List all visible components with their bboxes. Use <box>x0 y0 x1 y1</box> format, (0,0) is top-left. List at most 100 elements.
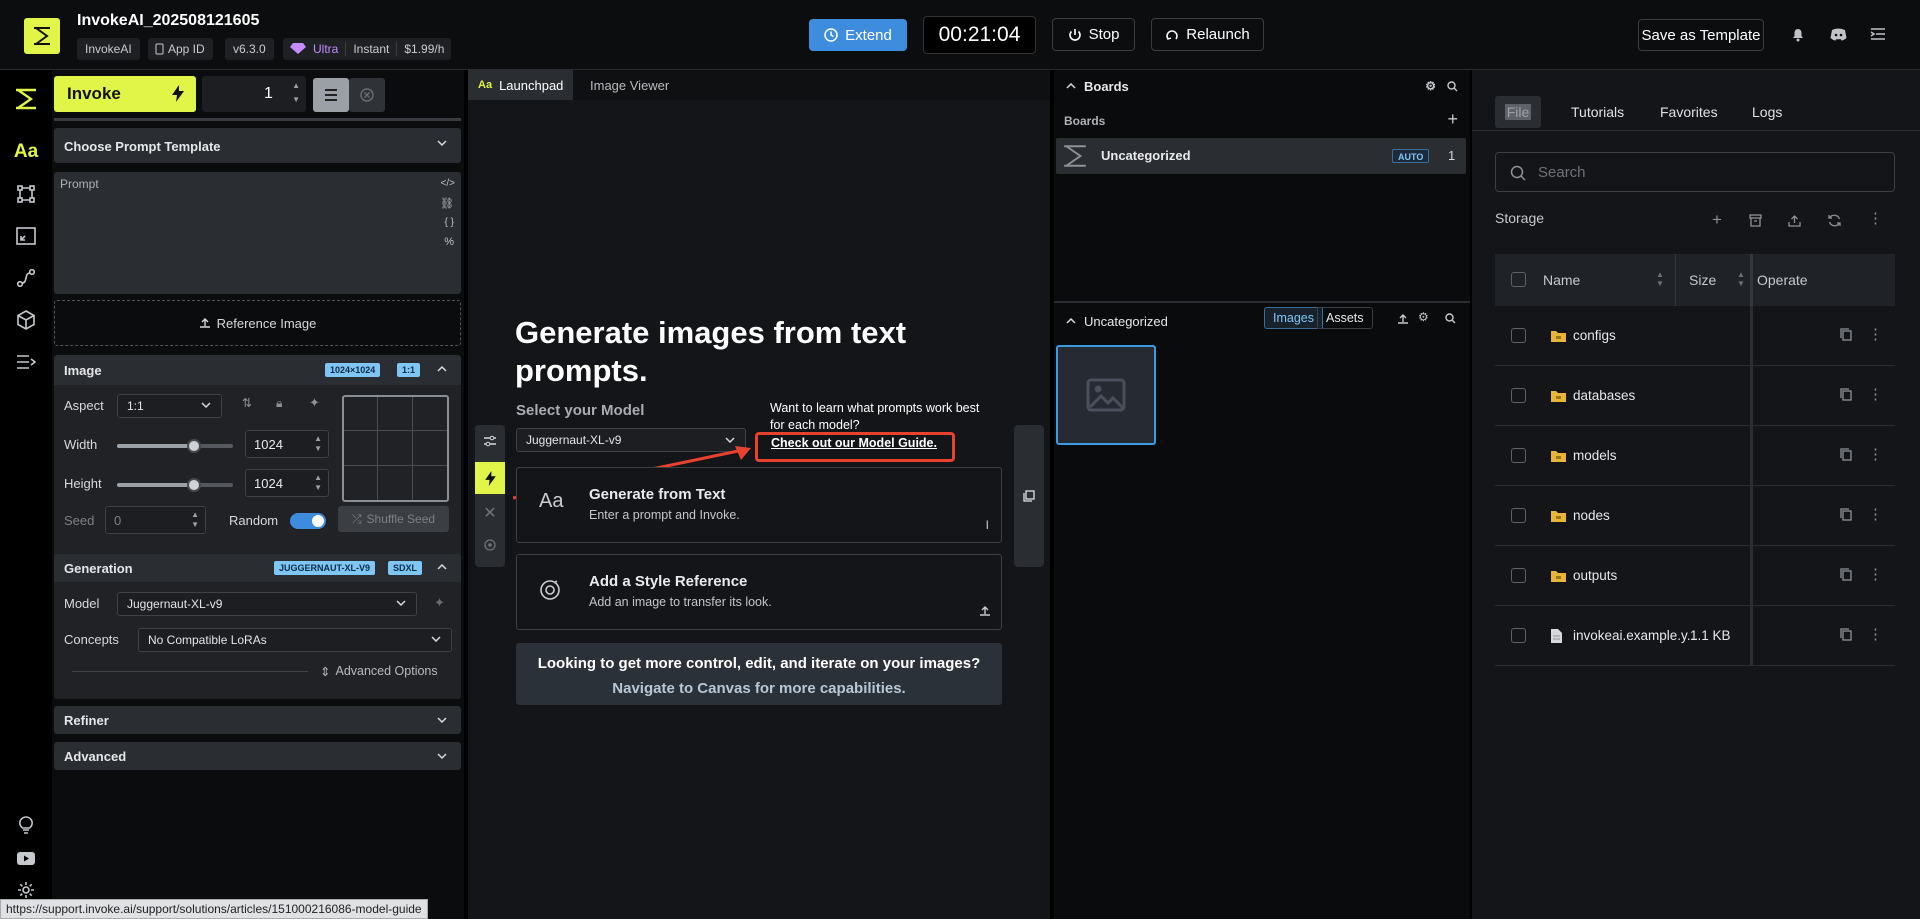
row-checkbox[interactable] <box>1511 328 1526 343</box>
bell-icon[interactable] <box>1788 24 1808 44</box>
board-row-uncategorized[interactable]: Uncategorized AUTO 1 <box>1056 138 1466 174</box>
table-row[interactable]: models ⋮ <box>1495 426 1895 486</box>
select-all-checkbox[interactable] <box>1511 272 1526 287</box>
file-name[interactable]: models <box>1573 448 1617 463</box>
model-select[interactable]: Juggernaut-XL-v9 <box>117 592 417 616</box>
optimal-size-sparkle-icon[interactable]: ✦ <box>309 395 320 411</box>
prompt-template-selector[interactable]: Choose Prompt Template <box>54 128 461 163</box>
copy-path-icon[interactable] <box>1840 328 1852 346</box>
file-search-input[interactable]: Search <box>1495 152 1895 192</box>
boards-search-icon[interactable] <box>1447 81 1458 92</box>
refiner-section[interactable]: Refiner <box>54 706 461 734</box>
height-input[interactable]: 1024 ▲ ▼ <box>245 469 329 497</box>
floating-cancel-icon[interactable]: ✕ <box>478 501 502 525</box>
table-row[interactable]: invokeai.example.y... 1.1 KB ⋮ <box>1495 606 1895 666</box>
tab-favorites[interactable]: Favorites <box>1660 96 1718 128</box>
file-name[interactable]: configs <box>1573 328 1616 343</box>
floating-clear-queue-icon[interactable] <box>478 533 502 557</box>
sliders-icon[interactable] <box>478 429 502 453</box>
gallery-image-placeholder[interactable] <box>1056 345 1156 445</box>
more-vertical-icon[interactable]: ⋮ <box>1868 209 1883 227</box>
upload-icon[interactable] <box>979 605 991 617</box>
upload-icon[interactable] <box>1397 313 1409 325</box>
height-slider[interactable] <box>117 478 233 492</box>
extend-button[interactable]: Extend <box>809 19 907 51</box>
queue-tab-icon[interactable] <box>12 348 40 376</box>
swap-dimensions-icon[interactable]: ⇅ <box>242 396 252 410</box>
table-row[interactable]: nodes ⋮ <box>1495 486 1895 546</box>
advanced-section[interactable]: Advanced <box>54 742 461 770</box>
curly-braces-icon[interactable]: { } <box>445 217 454 228</box>
table-row[interactable]: outputs ⋮ <box>1495 546 1895 606</box>
lightbulb-icon[interactable] <box>12 811 40 839</box>
relaunch-button[interactable]: Relaunch <box>1151 18 1264 51</box>
percent-icon[interactable]: % <box>444 236 454 248</box>
text-generate-tab-icon[interactable]: Aa <box>12 138 40 166</box>
copy-path-icon[interactable] <box>1840 568 1852 586</box>
refresh-icon[interactable] <box>1827 213 1842 228</box>
row-more-icon[interactable]: ⋮ <box>1868 445 1883 463</box>
image-section-header[interactable]: Image 1024×1024 1:1 <box>54 355 461 385</box>
copy-path-icon[interactable] <box>1840 628 1852 646</box>
height-stepper-icon[interactable]: ▲ ▼ <box>314 473 322 493</box>
tab-launchpad[interactable]: Aa Launchpad <box>468 70 574 100</box>
generate-from-text-card[interactable]: Aa Generate from Text Enter a prompt and… <box>516 467 1002 543</box>
workflows-tab-icon[interactable] <box>12 264 40 292</box>
archive-icon[interactable] <box>1749 214 1762 227</box>
row-checkbox[interactable] <box>1511 568 1526 583</box>
invoke-button[interactable]: Invoke <box>54 76 196 112</box>
add-board-plus-icon[interactable]: + <box>1447 109 1458 130</box>
copy-path-icon[interactable] <box>1840 508 1852 526</box>
shuffle-seed-button[interactable]: ⤮ Shuffle Seed <box>338 506 449 532</box>
models-tab-icon[interactable] <box>12 306 40 334</box>
tab-logs[interactable]: Logs <box>1752 96 1782 128</box>
file-name[interactable]: nodes <box>1573 508 1610 523</box>
add-style-reference-card[interactable]: Add a Style Reference Add an image to tr… <box>516 554 1002 630</box>
menu-collapse-icon[interactable] <box>1868 24 1888 44</box>
table-row[interactable]: databases ⋮ <box>1495 366 1895 426</box>
sort-size-icon[interactable]: ▲ ▼ <box>1737 270 1745 288</box>
tab-tutorials[interactable]: Tutorials <box>1571 96 1624 128</box>
model-guide-link[interactable]: Check out our Model Guide. <box>771 436 937 450</box>
boards-header[interactable]: Boards ⚙ <box>1054 70 1470 102</box>
upload-icon[interactable] <box>1788 214 1801 227</box>
queue-menu-button[interactable] <box>313 78 349 112</box>
table-row[interactable]: configs ⋮ <box>1495 306 1895 366</box>
tab-image-viewer[interactable]: Image Viewer <box>580 70 679 100</box>
floating-invoke-button[interactable] <box>475 462 505 494</box>
row-more-icon[interactable]: ⋮ <box>1868 505 1883 523</box>
generation-section-header[interactable]: Generation JUGGERNAUT-XL-V9 SDXL <box>54 554 461 582</box>
row-checkbox[interactable] <box>1511 388 1526 403</box>
panel-divider[interactable] <box>1054 301 1470 303</box>
concepts-select[interactable]: No Compatible LoRAs <box>138 628 452 652</box>
cancel-queue-button[interactable] <box>349 78 385 112</box>
width-slider[interactable] <box>117 439 233 453</box>
row-more-icon[interactable]: ⋮ <box>1868 625 1883 643</box>
row-checkbox[interactable] <box>1511 508 1526 523</box>
row-more-icon[interactable]: ⋮ <box>1868 325 1883 343</box>
invoke-logo-rail-icon[interactable] <box>12 85 40 113</box>
prompt-textarea[interactable]: Prompt </> ⛓ { } % <box>54 172 461 294</box>
code-icon[interactable]: </> <box>441 178 455 189</box>
random-seed-toggle[interactable] <box>290 513 326 529</box>
row-more-icon[interactable]: ⋮ <box>1868 385 1883 403</box>
sort-name-icon[interactable]: ▲ ▼ <box>1656 270 1664 288</box>
advanced-options-toggle[interactable]: ⇕ Advanced Options <box>320 664 438 679</box>
model-sparkle-icon[interactable]: ✦ <box>434 595 445 611</box>
file-name[interactable]: outputs <box>1573 568 1617 583</box>
copy-path-icon[interactable] <box>1840 448 1852 466</box>
reference-image-dropzone[interactable]: Reference Image <box>54 300 461 346</box>
link-icon[interactable]: ⛓ <box>440 197 454 210</box>
upscale-tab-icon[interactable] <box>12 222 40 250</box>
invoke-logo-icon[interactable] <box>24 18 60 54</box>
aspect-select[interactable]: 1:1 <box>117 394 222 418</box>
stop-button[interactable]: Stop <box>1052 18 1135 51</box>
copy-path-icon[interactable] <box>1840 388 1852 406</box>
canvas-tab-icon[interactable] <box>12 180 40 208</box>
discord-icon[interactable] <box>1828 24 1848 44</box>
boards-settings-gear-icon[interactable]: ⚙ <box>1425 79 1436 93</box>
gallery-settings-gear-icon[interactable]: ⚙ <box>1418 310 1429 324</box>
seed-stepper-icon[interactable]: ▲ ▼ <box>191 510 199 530</box>
canvas-cta-banner[interactable]: Looking to get more control, edit, and i… <box>516 643 1002 705</box>
tab-file[interactable]: File <box>1495 96 1541 128</box>
